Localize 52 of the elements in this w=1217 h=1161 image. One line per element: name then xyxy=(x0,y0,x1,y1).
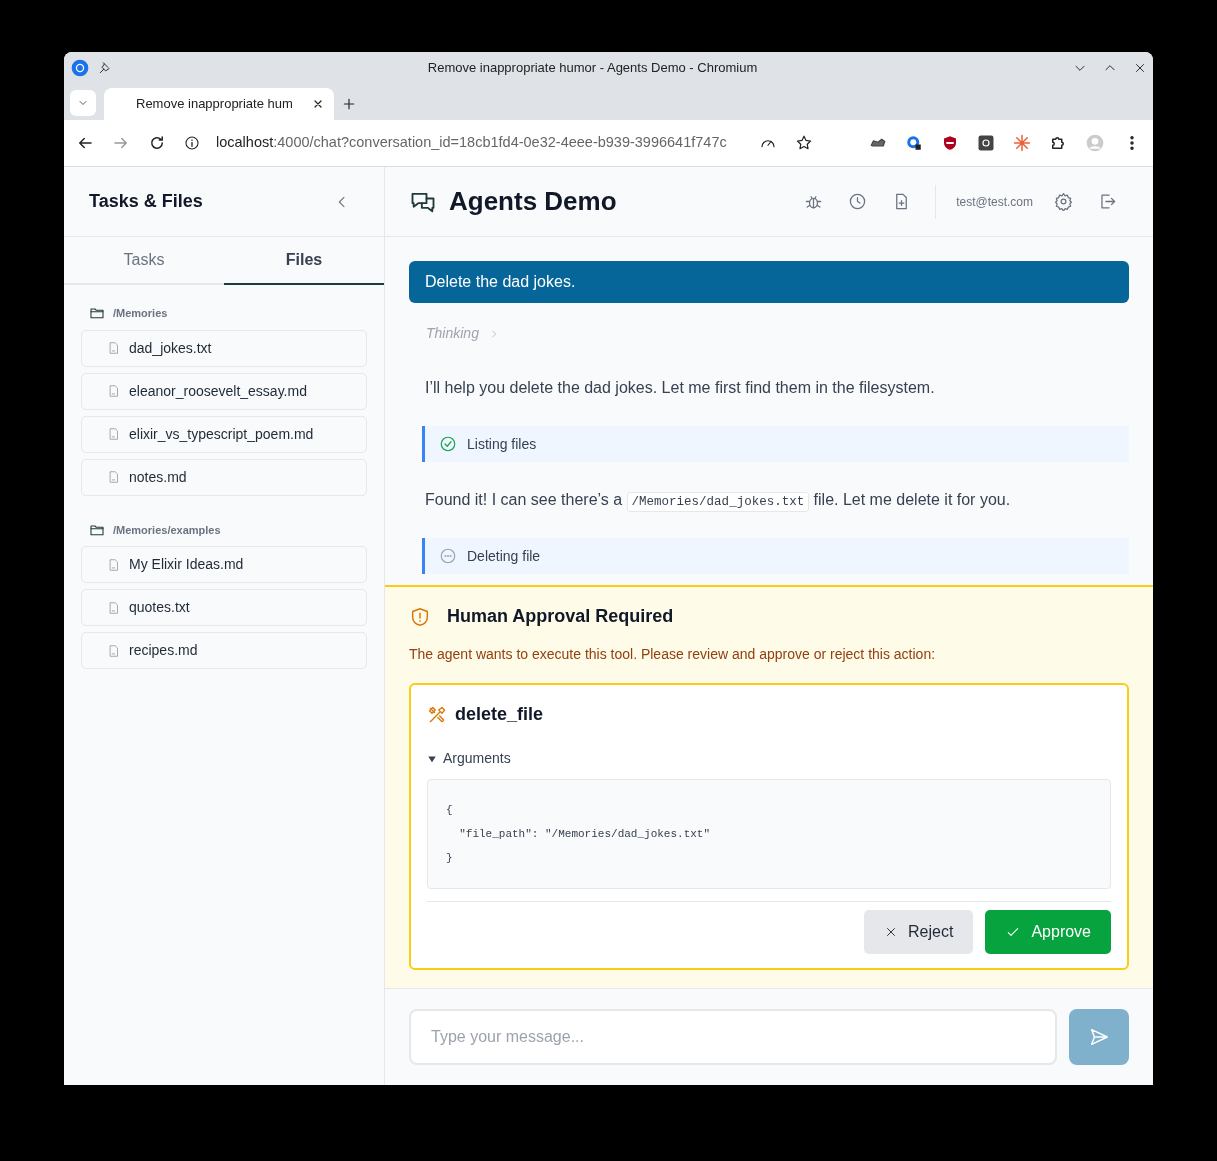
file-icon xyxy=(107,384,121,398)
file-icon xyxy=(107,470,121,484)
shield-icon[interactable] xyxy=(941,134,959,152)
star-icon[interactable] xyxy=(795,134,813,152)
settings-icon xyxy=(1053,192,1073,211)
pin-icon[interactable] xyxy=(98,61,112,75)
assistant-message: I’ll help you delete the dad jokes. Let me first find them in the filesystem. xyxy=(424,378,936,398)
puzzle-icon[interactable] xyxy=(1049,134,1067,152)
tools-icon xyxy=(427,704,447,725)
reject-button[interactable]: Reject xyxy=(864,910,974,954)
tab-title: Remove inappropriate hum xyxy=(136,95,293,114)
new-tab-icon[interactable] xyxy=(342,97,356,111)
user-email: test@test.com xyxy=(956,193,1033,211)
file-item[interactable]: My Elixir Ideas.md xyxy=(81,546,367,583)
file-item[interactable]: recipes.md xyxy=(81,632,367,669)
send-icon xyxy=(1088,1026,1110,1048)
info-icon[interactable] xyxy=(184,135,200,151)
folder-path: /Memories/examples xyxy=(113,522,221,538)
clock-icon xyxy=(847,192,867,211)
assistant-message: Found it! I can see there’s a /Memories/dad_jokes.txt file. Let me delete it for you. xyxy=(409,478,1129,522)
close-icon[interactable] xyxy=(1133,61,1147,75)
file-item[interactable]: eleanor_roosevelt_essay.md xyxy=(81,372,367,410)
browser-logo-icon xyxy=(70,58,90,78)
file-icon xyxy=(107,427,121,441)
starburst-icon[interactable] xyxy=(1013,134,1031,152)
sidebar-title: Tasks & Files xyxy=(89,190,203,213)
tool-call-label: Deleting file xyxy=(467,546,541,566)
file-icon xyxy=(107,557,121,572)
close-icon[interactable] xyxy=(312,98,324,110)
url-text[interactable]: localhost:4000/chat?conversation_id=18cb1fd4-0e32-4eee-b939-3996641f747c xyxy=(216,132,727,154)
file-icon xyxy=(107,341,121,355)
app-title: Agents Demo xyxy=(449,185,617,218)
shield-alert-icon xyxy=(409,605,431,628)
file-item[interactable]: elixir_vs_typescript_poem.md xyxy=(81,415,367,453)
user-message: Delete the dad jokes. xyxy=(409,261,1129,303)
file-icon xyxy=(107,643,121,658)
tool-name: delete_file xyxy=(455,703,544,726)
browser-tab[interactable]: Remove inappropriate hum xyxy=(104,88,334,120)
reload-icon[interactable] xyxy=(148,134,166,152)
approval-title: Human Approval Required xyxy=(447,605,674,628)
window-title: Remove inappropriate humor - Agents Demo - Chromium xyxy=(426,59,759,78)
tool-call-label: Listing files xyxy=(467,434,537,454)
sidebar-tab[interactable]: Tasks xyxy=(64,237,224,285)
approval-description: The agent wants to execute this tool. Please review and approve or reject this action: xyxy=(409,645,937,664)
message-input[interactable]: Type your message... xyxy=(409,1009,1057,1065)
arguments-toggle[interactable]: Arguments xyxy=(427,748,511,769)
file-item[interactable]: notes.md xyxy=(81,458,367,496)
folder-path: /Memories xyxy=(113,306,168,321)
file-icon xyxy=(107,600,121,615)
arguments-code: { "file_path": "/Memories/dad_jokes.txt" } xyxy=(427,779,1111,889)
file-item[interactable]: dad_jokes.txt xyxy=(81,329,367,367)
file-item[interactable]: quotes.txt xyxy=(81,589,367,626)
